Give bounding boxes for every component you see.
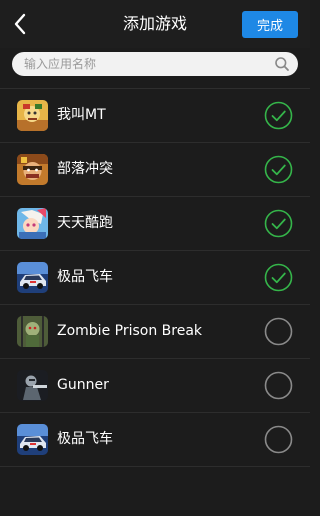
game-name: Zombie Prison Break xyxy=(57,323,203,339)
need-for-speed-icon xyxy=(17,424,48,455)
unchecked-circle-icon[interactable] xyxy=(264,371,293,400)
game-name: 天天酷跑 xyxy=(57,215,113,231)
list-item[interactable]: Zombie Prison Break xyxy=(0,305,310,359)
search-box xyxy=(12,52,298,76)
clash-of-clans-icon xyxy=(17,154,48,185)
add-game-screen: 添加游戏 完成 输入应用名称 我叫MT 部落冲突 天天酷跑 极品飞车 Zombi… xyxy=(0,0,310,516)
tiantian-kupao-icon xyxy=(17,208,48,239)
list-item[interactable]: 部落冲突 xyxy=(0,143,310,197)
search-bar xyxy=(0,48,310,84)
unchecked-circle-icon[interactable] xyxy=(264,317,293,346)
need-for-speed-icon xyxy=(17,262,48,293)
header-bar: 添加游戏 完成 xyxy=(0,0,310,48)
gunner-icon xyxy=(17,370,48,401)
list-item[interactable]: 极品飞车 xyxy=(0,251,310,305)
search-icon[interactable] xyxy=(274,56,290,72)
game-name: Gunner xyxy=(57,377,109,393)
list-item[interactable]: Gunner xyxy=(0,359,310,413)
search-input[interactable] xyxy=(24,52,266,76)
unchecked-circle-icon[interactable] xyxy=(264,425,293,454)
checked-circle-icon[interactable] xyxy=(264,101,293,130)
game-name: 我叫MT xyxy=(57,107,106,123)
game-list: 我叫MT 部落冲突 天天酷跑 极品飞车 Zombie Prison Break … xyxy=(0,89,310,467)
checked-circle-icon[interactable] xyxy=(264,155,293,184)
done-button[interactable]: 完成 xyxy=(242,11,298,38)
game-name: 极品飞车 xyxy=(57,269,113,285)
game-name: 极品飞车 xyxy=(57,431,113,447)
list-item[interactable]: 极品飞车 xyxy=(0,413,310,467)
zombie-prison-break-icon xyxy=(17,316,48,347)
list-item[interactable]: 我叫MT xyxy=(0,89,310,143)
mt-game-icon xyxy=(17,100,48,131)
checked-circle-icon[interactable] xyxy=(264,209,293,238)
checked-circle-icon[interactable] xyxy=(264,263,293,292)
game-name: 部落冲突 xyxy=(57,161,113,177)
list-item[interactable]: 天天酷跑 xyxy=(0,197,310,251)
